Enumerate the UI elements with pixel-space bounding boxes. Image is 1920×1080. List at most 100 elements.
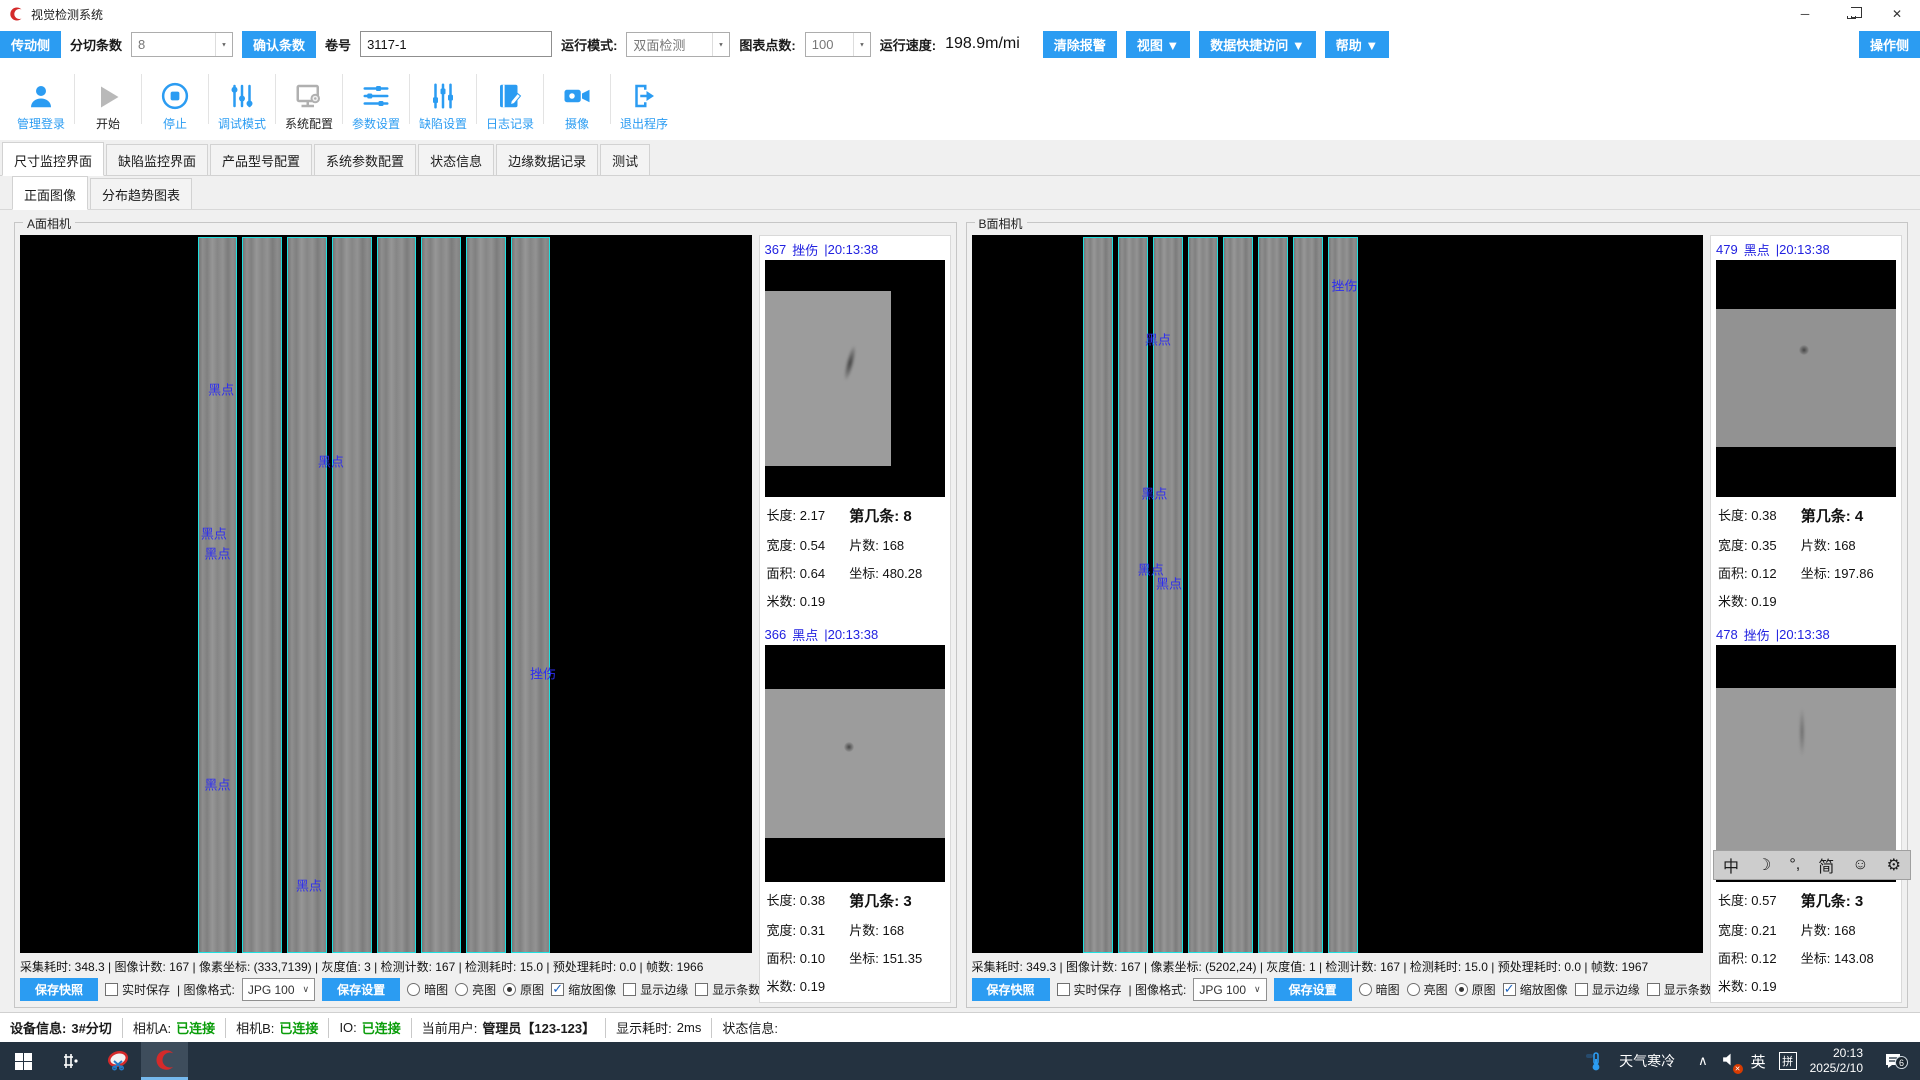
tab-test[interactable]: 测试 — [600, 144, 650, 175]
drive-side-button[interactable]: 传动侧 — [0, 31, 61, 58]
defect-card[interactable]: 367 挫伤 |20:13:38 长度: 2.17 第几条: 8 宽度: 0.5… — [765, 239, 945, 610]
material-region — [765, 689, 945, 838]
debug-mode-icon — [227, 81, 257, 111]
exit-program-button[interactable]: 退出程序 — [611, 64, 677, 136]
ime-mode-indicator[interactable]: 拼 — [1779, 1052, 1797, 1070]
data-quick-access-menu-button[interactable]: 数据快捷访问 ▼ — [1199, 31, 1315, 58]
defect-marker-label: 黑点 — [1156, 574, 1182, 593]
param-settings-button[interactable]: 参数设置 — [343, 64, 409, 136]
snipping-tool-icon — [105, 1048, 131, 1074]
start-button[interactable] — [0, 1042, 47, 1080]
debug-mode-button[interactable]: 调试模式 — [209, 64, 275, 136]
maximize-button[interactable] — [1828, 0, 1874, 28]
bright-image-radio[interactable]: 亮图 — [455, 981, 496, 998]
roll-number-input[interactable]: 3117-1 — [360, 31, 552, 57]
dark-image-radio[interactable]: 暗图 — [407, 981, 448, 998]
tray-expand-chevron-icon[interactable]: ∧ — [1698, 1053, 1708, 1069]
save-settings-button[interactable]: 保存设置 — [1274, 978, 1352, 1001]
notification-count-badge: 6 — [1895, 1056, 1908, 1069]
stop-button[interactable]: 停止 — [142, 64, 208, 136]
defect-card[interactable]: 366 黑点 |20:13:38 长度: 0.38 第几条: 3 宽度: 0.3… — [765, 624, 945, 995]
realtime-save-checkbox[interactable]: 实时保存 — [1057, 981, 1122, 998]
notification-center-button[interactable]: 6 — [1876, 1051, 1910, 1071]
thermometer-icon[interactable] — [1584, 1050, 1606, 1072]
defect-marker-label: 黑点 — [1141, 484, 1167, 503]
minimize-button[interactable]: ─ — [1782, 0, 1828, 28]
subtab-distribution-trend-chart[interactable]: 分布趋势图表 — [90, 178, 192, 209]
slit-count-label: 分切条数 — [70, 35, 122, 54]
chevron-down-icon — [712, 33, 729, 56]
strip-rect — [332, 237, 372, 953]
defect-card[interactable]: 478 挫伤 |20:13:38 长度: 0.57 第几条: 3 宽度: 0.2… — [1716, 624, 1896, 995]
strip-rect — [377, 237, 417, 953]
show-edge-checkbox[interactable]: 显示边缘 — [623, 981, 688, 998]
ime-settings-gear-icon[interactable]: ⚙ — [1887, 855, 1901, 875]
run-mode-select[interactable]: 双面检测 — [626, 32, 730, 57]
windows-logo-icon — [15, 1053, 32, 1070]
save-snapshot-button[interactable]: 保存快照 — [972, 978, 1050, 1001]
show-edge-checkbox[interactable]: 显示边缘 — [1575, 981, 1640, 998]
snipping-tool-button[interactable] — [94, 1042, 141, 1080]
tab-product-model-config[interactable]: 产品型号配置 — [210, 144, 312, 175]
save-snapshot-button[interactable]: 保存快照 — [20, 978, 98, 1001]
view-menu-button[interactable]: 视图 ▼ — [1126, 31, 1190, 58]
ime-emoji-icon[interactable]: ☺ — [1852, 856, 1868, 874]
task-view-button[interactable] — [47, 1042, 94, 1080]
strip-rect — [1083, 237, 1113, 953]
camera-a-controls: 保存快照 实时保存 | 图像格式: JPG 100∨ 保存设置 暗图 亮图 原图… — [20, 976, 752, 1003]
realtime-save-checkbox[interactable]: 实时保存 — [105, 981, 170, 998]
show-strip-count-checkbox[interactable]: 显示条数 — [695, 981, 760, 998]
volume-muted-button[interactable]: ✕ — [1721, 1051, 1738, 1071]
exit-icon — [629, 81, 659, 111]
defect-marker-label: 黑点 — [204, 544, 230, 563]
tab-system-param-config[interactable]: 系统参数配置 — [314, 144, 416, 175]
start-button[interactable]: 开始 — [75, 64, 141, 136]
camera-a-groupbox: A面相机 黑点 黑点 黑点 黑点 挫伤 黑点 黑点 采集耗时: 348.3 | … — [14, 222, 957, 1008]
weather-text[interactable]: 天气寒冷 — [1619, 1051, 1675, 1071]
tab-defect-monitor[interactable]: 缺陷监控界面 — [106, 144, 208, 175]
help-menu-button[interactable]: 帮助 ▼ — [1325, 31, 1389, 58]
ime-simplified-toggle[interactable]: 简 — [1818, 853, 1834, 877]
system-config-button[interactable]: 系统配置 — [276, 64, 342, 136]
dark-image-radio[interactable]: 暗图 — [1359, 981, 1400, 998]
slit-count-select[interactable]: 8 — [131, 32, 233, 57]
defect-time: |20:13:38 — [824, 242, 878, 257]
save-settings-button[interactable]: 保存设置 — [322, 978, 400, 1001]
zoom-image-checkbox[interactable]: 缩放图像 — [551, 981, 616, 998]
admin-login-button[interactable]: 管理登录 — [8, 64, 74, 136]
defect-card[interactable]: 479 黑点 |20:13:38 长度: 0.38 第几条: 4 宽度: 0.3… — [1716, 239, 1896, 610]
camera-b-connection: 相机B: 已连接 — [226, 1018, 329, 1038]
operate-side-button[interactable]: 操作侧 — [1859, 31, 1920, 58]
ime-punctuation-toggle[interactable]: °, — [1789, 856, 1800, 874]
image-format-select[interactable]: JPG 100∨ — [1193, 978, 1266, 1001]
log-record-button[interactable]: 日志记录 — [477, 64, 543, 136]
zoom-image-checkbox[interactable]: 缩放图像 — [1503, 981, 1568, 998]
clock[interactable]: 20:13 2025/2/10 — [1810, 1046, 1863, 1076]
subtab-front-image[interactable]: 正面图像 — [12, 176, 88, 210]
chart-points-select[interactable]: 100 — [805, 32, 871, 57]
original-image-radio[interactable]: 原图 — [503, 981, 544, 998]
confirm-count-button[interactable]: 确认条数 — [242, 31, 316, 58]
image-format-select[interactable]: JPG 100∨ — [242, 978, 315, 1001]
vision-app-taskbar-button[interactable] — [141, 1042, 188, 1080]
capture-button[interactable]: 摄像 — [544, 64, 610, 136]
tab-edge-data-record[interactable]: 边缘数据记录 — [496, 144, 598, 175]
ime-fullwidth-moon-icon[interactable]: ☽ — [1757, 855, 1771, 875]
tab-status-info[interactable]: 状态信息 — [418, 144, 494, 175]
tab-size-monitor[interactable]: 尺寸监控界面 — [2, 142, 104, 176]
clear-alarm-button[interactable]: 清除报警 — [1043, 31, 1117, 58]
io-connection: IO: 已连接 — [329, 1018, 411, 1038]
windows-taskbar: 天气寒冷 ∧ ✕ 英 拼 20:13 2025/2/10 6 — [0, 1042, 1920, 1080]
close-button[interactable]: ✕ — [1874, 0, 1920, 28]
defect-header: 479 黑点 |20:13:38 — [1716, 239, 1896, 260]
defect-thumbnail — [765, 260, 945, 497]
original-image-radio[interactable]: 原图 — [1455, 981, 1496, 998]
bright-image-radio[interactable]: 亮图 — [1407, 981, 1448, 998]
defect-marker-label: 黑点 — [1145, 330, 1171, 349]
language-indicator[interactable]: 英 — [1751, 1051, 1766, 1072]
show-strip-count-checkbox[interactable]: 显示条数 — [1647, 981, 1712, 998]
ime-lang-toggle[interactable]: 中 — [1723, 853, 1739, 877]
defect-settings-button[interactable]: 缺陷设置 — [410, 64, 476, 136]
defect-header: 366 黑点 |20:13:38 — [765, 624, 945, 645]
camera-b-image: 挫伤 黑点 黑点 黑点 黑点 — [972, 235, 1704, 953]
